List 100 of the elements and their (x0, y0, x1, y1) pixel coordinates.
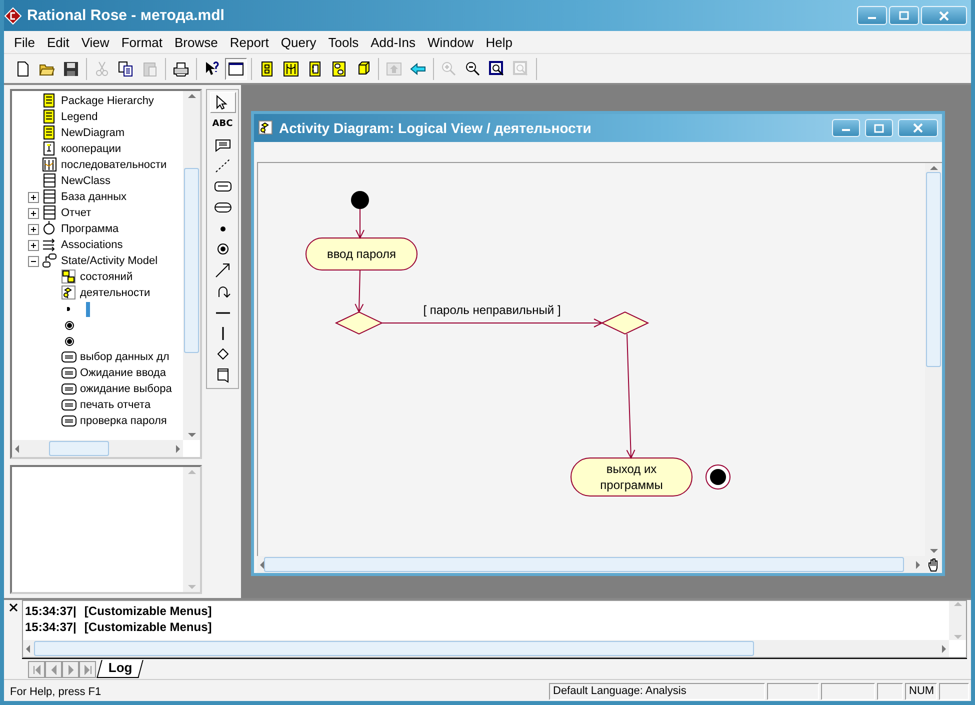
tree-item[interactable]: ожидание выбора (80, 383, 172, 395)
menu-item[interactable]: Report (224, 34, 275, 50)
scroll-arrow-icon[interactable] (930, 166, 938, 170)
zoom-out-icon (465, 60, 481, 76)
triangle-icon (82, 664, 92, 674)
tab-scroll-button[interactable] (62, 661, 79, 678)
transition-arrow (354, 270, 364, 314)
vertical-scrollbar[interactable] (925, 163, 942, 556)
activity-diagram-icon (61, 285, 77, 301)
menu-item[interactable]: Query (274, 34, 322, 50)
scroll-arrow-icon[interactable] (188, 94, 196, 98)
status-pane (767, 683, 819, 700)
app-logo-icon (4, 6, 22, 24)
menu-item[interactable]: Format (115, 34, 168, 50)
menu-item[interactable]: Add-Ins (364, 34, 422, 50)
status-indicator: NUM (905, 683, 937, 700)
scroll-arrow-icon[interactable] (26, 644, 30, 652)
status-text: For Help, press F1 (9, 686, 102, 698)
window-title: Activity Diagram: Logical View / деятельности (279, 120, 592, 136)
log-time: 15:34:37| (25, 604, 76, 618)
decision-diamond (600, 311, 650, 335)
tree-item[interactable]: печать отчета (80, 399, 151, 411)
toolbar-button[interactable] (225, 58, 247, 80)
horizontal-scrollbar[interactable] (23, 640, 949, 657)
class-icon (42, 189, 58, 205)
decision-diamond (334, 311, 384, 335)
toolbox-button[interactable] (210, 92, 236, 113)
scroll-arrow-icon[interactable] (15, 444, 19, 452)
menu-item[interactable]: Edit (40, 34, 76, 50)
activity-icon (61, 413, 77, 429)
menu-item[interactable]: Help (480, 34, 518, 50)
tree-item[interactable]: Отчет (61, 207, 92, 219)
tree-item[interactable]: Legend (61, 111, 98, 123)
toolbox-button[interactable]: ABC (210, 113, 236, 134)
minimize-button[interactable] (832, 119, 860, 137)
status-pane (939, 683, 969, 700)
maximize-button[interactable] (889, 6, 919, 25)
tree-item[interactable]: деятельности (80, 287, 150, 299)
activity-icon (61, 381, 77, 397)
tree-item[interactable]: NewDiagram (61, 127, 125, 139)
tree-item[interactable]: Программа (61, 223, 119, 235)
close-button[interactable] (898, 119, 938, 137)
log-message: [Customizable Menus] (84, 604, 212, 618)
start-state-icon (67, 307, 71, 311)
maximize-icon (899, 11, 909, 20)
log-tab[interactable]: Log (96, 660, 144, 678)
tab-scroll-button[interactable] (79, 661, 96, 678)
tree-item[interactable]: проверка пароля (80, 415, 167, 427)
activity-icon (61, 397, 77, 413)
sequence-diagram-icon (42, 157, 58, 173)
menu-item[interactable]: Tools (322, 34, 365, 50)
status-language: Default Language: Analysis (549, 683, 765, 700)
menu-item[interactable]: File (8, 34, 41, 50)
activity-diagram-icon (258, 120, 274, 136)
help-pointer-icon (204, 60, 220, 76)
start-state (351, 191, 369, 209)
vertical-scrollbar[interactable] (183, 91, 200, 440)
tree-item[interactable]: Package Hierarchy (61, 95, 154, 107)
close-icon (939, 10, 949, 20)
tab-scroll-button[interactable] (28, 661, 45, 678)
menu-item[interactable]: Window (421, 34, 480, 50)
horizontal-scrollbar[interactable] (257, 556, 923, 573)
scroll-arrow-icon[interactable] (916, 560, 920, 568)
maximize-icon (874, 124, 884, 132)
tab-scroll-button[interactable] (45, 661, 62, 678)
guard-label: [ пароль неправильный ] (423, 303, 561, 317)
status-pane (821, 683, 875, 700)
menu-item[interactable]: View (75, 34, 116, 50)
scroll-arrow-icon[interactable] (260, 560, 264, 568)
tree-item[interactable]: состояний (80, 271, 133, 283)
log-time: 15:34:37| (25, 620, 76, 634)
left-arrow-icon (410, 60, 426, 76)
minimize-button[interactable] (857, 6, 887, 25)
tree-item[interactable]: Ожидание ввода (80, 367, 166, 379)
tree-item[interactable]: State/Activity Model (61, 255, 158, 267)
tree-item[interactable]: кооперации (61, 143, 122, 155)
close-button[interactable] (921, 6, 967, 25)
tree-item[interactable]: выбор данных дл (80, 351, 170, 363)
log-message: [Customizable Menus] (84, 620, 212, 634)
printer-icon (173, 60, 189, 76)
end-state (706, 464, 730, 490)
menu-item[interactable]: Browse (168, 34, 224, 50)
undo-fit-icon (513, 60, 529, 76)
tree-item[interactable]: Associations (61, 239, 123, 251)
close-icon (8, 603, 18, 612)
transition-arrow (356, 208, 364, 240)
zoom-in-icon (441, 60, 457, 76)
horizontal-scrollbar[interactable] (12, 440, 183, 457)
state-model-icon (42, 253, 58, 269)
tree-item[interactable]: NewClass (61, 175, 111, 187)
tree-item[interactable]: База данных (61, 191, 127, 203)
fit-window-icon (489, 60, 505, 76)
start-state-icon (220, 226, 226, 232)
scroll-arrow-icon[interactable] (930, 549, 938, 553)
hand-icon (926, 558, 940, 572)
activity-icon (61, 349, 77, 365)
activity-icon (61, 365, 77, 381)
maximize-button[interactable] (865, 119, 893, 137)
copy-icon (118, 60, 134, 76)
tree-item[interactable]: последовательности (61, 159, 167, 171)
